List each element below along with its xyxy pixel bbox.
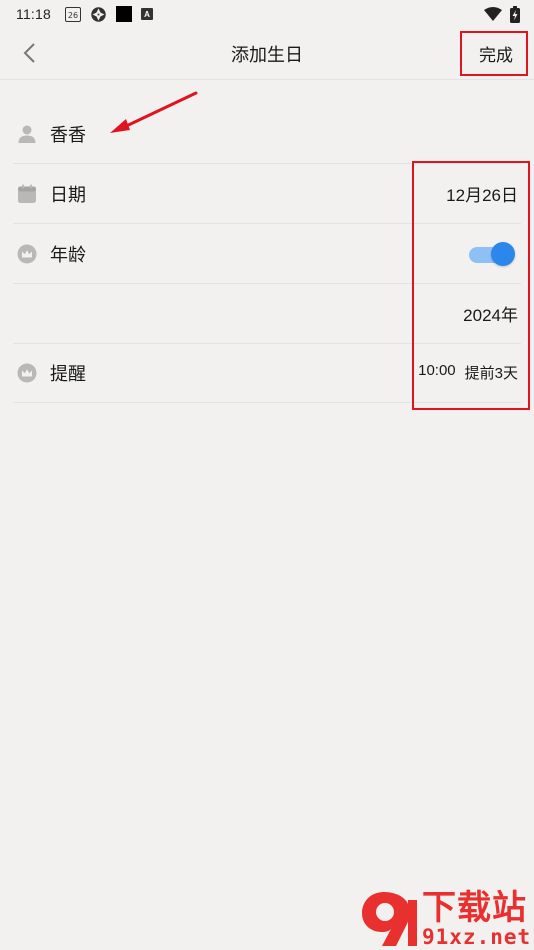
- reminder-value[interactable]: 10:00 提前3天: [418, 362, 521, 383]
- date-row[interactable]: 日期 12月26日: [13, 164, 521, 224]
- battery-charging-icon: [510, 5, 520, 23]
- status-bar: 11:18 26 A: [0, 0, 534, 28]
- age-row: 年龄: [13, 224, 521, 284]
- name-row[interactable]: 香香: [13, 104, 521, 164]
- page-title: 添加生日: [231, 44, 303, 65]
- year-value[interactable]: 2024年: [463, 301, 521, 326]
- toggle-knob: [491, 241, 515, 266]
- black-square-icon: [116, 6, 132, 22]
- chevron-left-icon: [23, 43, 35, 63]
- done-button[interactable]: 完成: [460, 31, 528, 76]
- reminder-label: 提醒: [50, 363, 86, 384]
- date-value[interactable]: 12月26日: [446, 181, 521, 206]
- calendar-notification-icon: 26: [65, 6, 81, 22]
- reminder-advance: 提前3天: [464, 365, 518, 382]
- year-row[interactable]: 2024年: [13, 284, 521, 344]
- top-nav-bar: 添加生日 完成: [0, 28, 534, 80]
- wifi-icon: [484, 7, 502, 21]
- date-label: 日期: [50, 184, 86, 205]
- age-label: 年龄: [50, 244, 86, 265]
- watermark-text: 下载站 91xz.net: [422, 890, 531, 948]
- status-system-icons: [484, 5, 520, 23]
- age-toggle-switch[interactable]: [469, 241, 515, 266]
- aperture-icon: [91, 6, 106, 22]
- person-icon: [17, 124, 37, 144]
- status-notification-icons: 26 A: [65, 6, 153, 23]
- watermark-bottom-text: 91xz.net: [422, 925, 532, 949]
- watermark-logo-icon: [362, 892, 417, 946]
- status-time: 11:18: [16, 6, 51, 22]
- calendar-icon: [17, 184, 37, 204]
- watermark: 下载站 91xz.net: [358, 888, 534, 950]
- crown-icon: [17, 244, 37, 264]
- app-a-icon: A: [141, 8, 153, 20]
- crown-icon: [17, 363, 37, 383]
- reminder-time: 10:00: [418, 362, 456, 379]
- back-button[interactable]: [14, 38, 44, 68]
- reminder-row[interactable]: 提醒 10:00 提前3天: [13, 343, 521, 403]
- watermark-top-text: 下载站: [422, 888, 527, 928]
- done-button-label: 完成: [479, 46, 513, 65]
- name-label: 香香: [50, 124, 86, 145]
